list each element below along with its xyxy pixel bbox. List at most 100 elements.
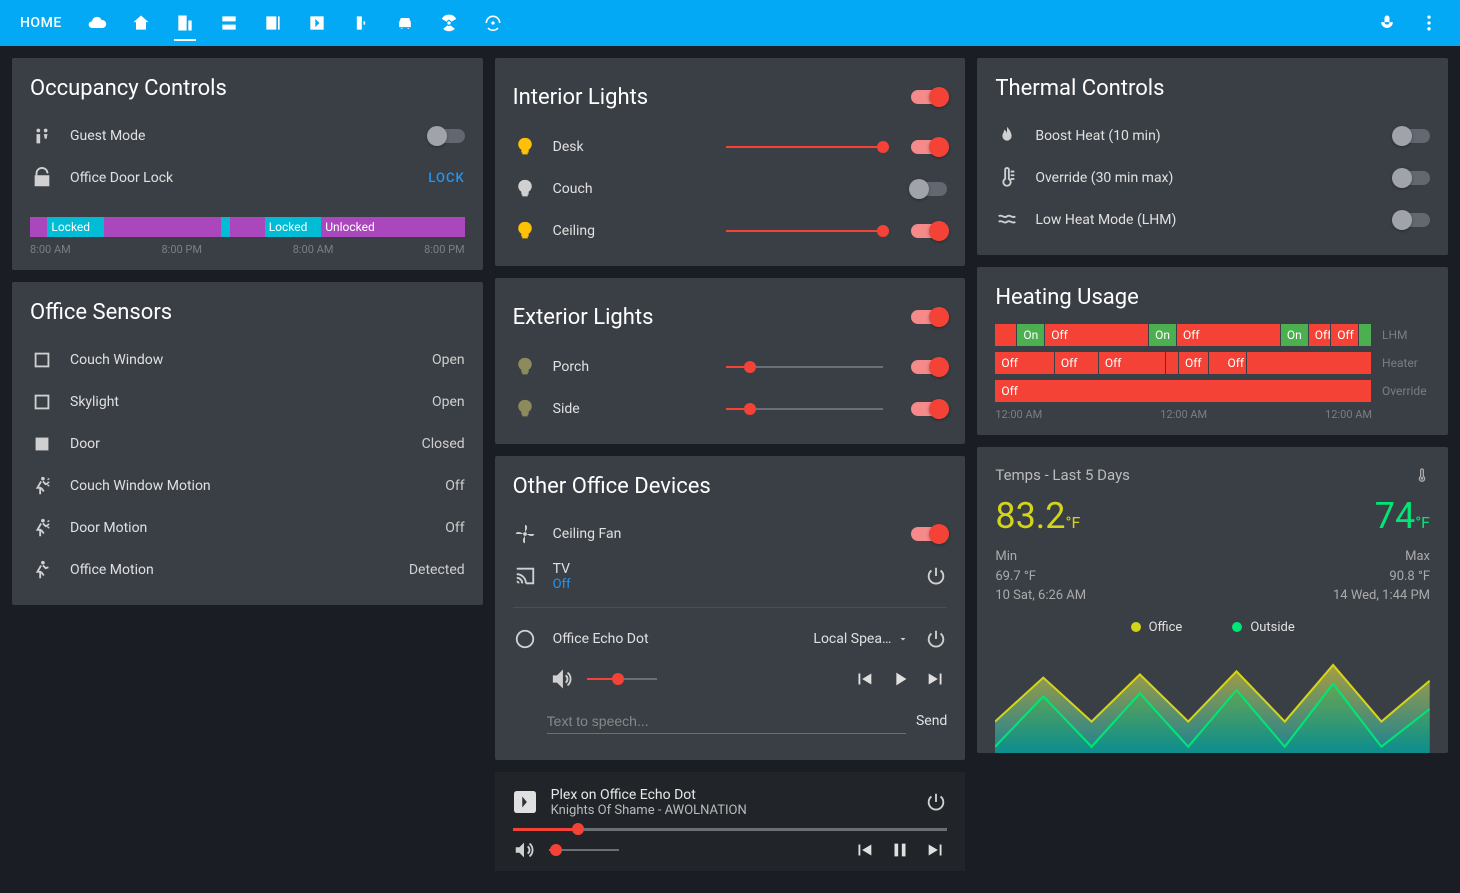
volume-icon[interactable] bbox=[513, 839, 535, 861]
tts-input[interactable] bbox=[547, 709, 906, 734]
fan-label: Ceiling Fan bbox=[553, 526, 896, 542]
power-icon[interactable] bbox=[925, 565, 947, 587]
plex-volume-slider[interactable] bbox=[549, 849, 619, 851]
card-title: Heating Usage bbox=[995, 285, 1430, 310]
plex-track: Knights Of Shame - AWOLNATION bbox=[551, 803, 912, 818]
light-toggle[interactable] bbox=[911, 182, 947, 196]
menu-dots-icon[interactable] bbox=[1418, 12, 1440, 34]
thermal-label: Low Heat Mode (LHM) bbox=[1035, 212, 1378, 228]
usage-bar: Off bbox=[995, 380, 1372, 402]
usage-row-label: LHM bbox=[1382, 328, 1430, 342]
sensor-status: Closed bbox=[422, 436, 465, 452]
fan-toggle[interactable] bbox=[911, 527, 947, 541]
thermo-icon bbox=[995, 166, 1019, 190]
people-icon bbox=[30, 124, 54, 148]
biohazard-icon[interactable] bbox=[482, 12, 504, 34]
lock-icon bbox=[30, 166, 54, 190]
motion-icon bbox=[30, 474, 54, 498]
temps-card: Temps - Last 5 Days 83.2°F 74°F Min 69.7… bbox=[977, 447, 1448, 753]
cast-icon bbox=[513, 564, 537, 588]
echo-volume-slider[interactable] bbox=[587, 678, 657, 680]
timeline-seg bbox=[230, 217, 265, 237]
volume-icon[interactable] bbox=[551, 668, 573, 690]
light-label: Couch bbox=[553, 181, 710, 197]
light-label: Ceiling bbox=[553, 223, 710, 239]
bulb-icon bbox=[513, 355, 537, 379]
sensor-label: Skylight bbox=[70, 394, 416, 410]
alexa-icon bbox=[513, 627, 537, 651]
bulb-icon bbox=[513, 177, 537, 201]
tv-status: Off bbox=[553, 577, 910, 592]
guest-mode-label: Guest Mode bbox=[70, 128, 413, 144]
panel-icon[interactable] bbox=[262, 12, 284, 34]
prev-icon[interactable] bbox=[853, 839, 875, 861]
plex-icon[interactable] bbox=[306, 12, 328, 34]
sensor-status: Off bbox=[445, 520, 464, 536]
timeline-seg: Unlocked bbox=[321, 217, 443, 237]
card-title: Thermal Controls bbox=[995, 76, 1430, 101]
pause-icon[interactable] bbox=[889, 839, 911, 861]
sensor-label: Door Motion bbox=[70, 520, 429, 536]
light-label: Side bbox=[553, 401, 710, 417]
brightness-slider[interactable] bbox=[726, 230, 883, 232]
prev-icon[interactable] bbox=[853, 668, 875, 690]
car-icon[interactable] bbox=[394, 12, 416, 34]
server-icon[interactable] bbox=[218, 12, 240, 34]
heating-usage-card: Heating Usage OnOffOnOffOnOffOffLHMOffOf… bbox=[977, 267, 1448, 435]
power-icon[interactable] bbox=[925, 628, 947, 650]
lock-button[interactable]: LOCK bbox=[428, 171, 464, 186]
home-tab[interactable]: HOME bbox=[20, 15, 62, 31]
radiation-icon[interactable] bbox=[438, 12, 460, 34]
light-toggle[interactable] bbox=[911, 224, 947, 238]
sensor-status: Off bbox=[445, 478, 464, 494]
sensor-status: Detected bbox=[409, 562, 465, 578]
fan-icon bbox=[513, 522, 537, 546]
device-icon[interactable] bbox=[350, 12, 372, 34]
light-label: Porch bbox=[553, 359, 710, 375]
play-icon[interactable] bbox=[889, 668, 911, 690]
office-temp: 83.2 bbox=[995, 495, 1065, 537]
light-toggle[interactable] bbox=[911, 140, 947, 154]
app-header: HOME bbox=[0, 0, 1460, 46]
min-value: 69.7 °F bbox=[995, 567, 1086, 587]
home-nav-icon[interactable] bbox=[130, 12, 152, 34]
tv-label: TV bbox=[553, 561, 910, 577]
thermal-card: Thermal Controls Boost Heat (10 min)Over… bbox=[977, 58, 1448, 255]
usage-bar: OffOffOffOffOff bbox=[995, 352, 1372, 374]
max-label: Max bbox=[1333, 547, 1430, 567]
thermal-toggle[interactable] bbox=[1394, 213, 1430, 227]
outside-temp: 74 bbox=[1375, 495, 1415, 537]
brightness-slider[interactable] bbox=[726, 366, 883, 368]
office-nav-icon[interactable] bbox=[174, 19, 196, 41]
thermal-label: Override (30 min max) bbox=[1035, 170, 1378, 186]
next-icon[interactable] bbox=[925, 668, 947, 690]
guest-mode-toggle[interactable] bbox=[429, 129, 465, 143]
power-icon[interactable] bbox=[925, 791, 947, 813]
sensor-status: Open bbox=[432, 394, 465, 410]
exterior-group-toggle[interactable] bbox=[911, 310, 947, 324]
usage-bar: OnOffOnOffOnOffOff bbox=[995, 324, 1372, 346]
source-dropdown[interactable]: Local Spea… bbox=[813, 631, 909, 647]
thermal-toggle[interactable] bbox=[1394, 171, 1430, 185]
timeline-seg: Locked bbox=[265, 217, 322, 237]
brightness-slider[interactable] bbox=[726, 408, 883, 410]
cloud-icon[interactable] bbox=[86, 12, 108, 34]
sensor-label: Office Motion bbox=[70, 562, 393, 578]
thermal-toggle[interactable] bbox=[1394, 129, 1430, 143]
temps-title: Temps - Last 5 Days bbox=[995, 466, 1130, 484]
box-open-icon bbox=[30, 390, 54, 414]
temps-chart bbox=[995, 643, 1430, 753]
exterior-lights-card: Exterior Lights PorchSide bbox=[495, 278, 966, 444]
next-icon[interactable] bbox=[925, 839, 947, 861]
card-title: Office Sensors bbox=[30, 300, 465, 325]
sensor-label: Couch Window bbox=[70, 352, 416, 368]
playback-progress[interactable] bbox=[513, 828, 948, 831]
light-toggle[interactable] bbox=[911, 402, 947, 416]
mic-icon[interactable] bbox=[1376, 12, 1398, 34]
send-button[interactable]: Send bbox=[916, 713, 947, 729]
interior-group-toggle[interactable] bbox=[911, 90, 947, 104]
light-toggle[interactable] bbox=[911, 360, 947, 374]
interior-lights-card: Interior Lights DeskCouchCeiling bbox=[495, 58, 966, 266]
brightness-slider[interactable] bbox=[726, 146, 883, 148]
usage-row-label: Override bbox=[1382, 384, 1430, 398]
